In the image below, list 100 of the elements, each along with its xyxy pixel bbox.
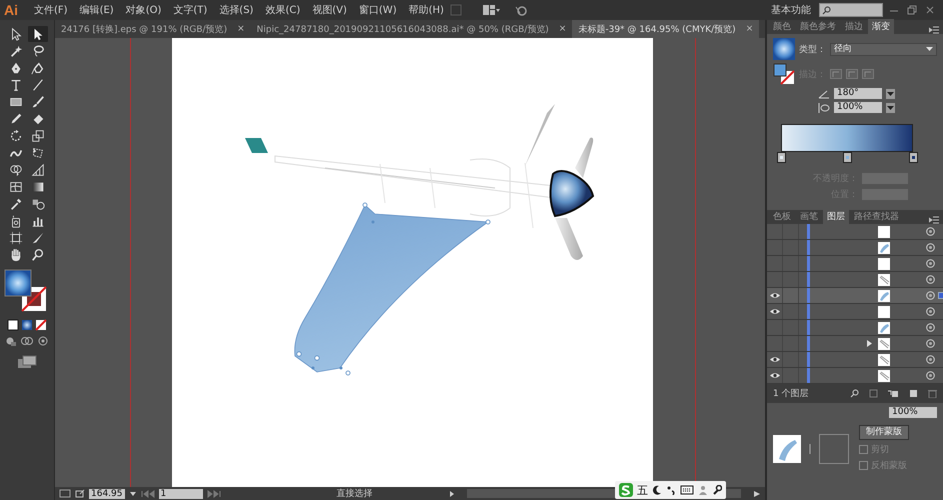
menu-item[interactable]: 文件(F) xyxy=(28,3,74,17)
gradient-stop[interactable] xyxy=(909,152,918,163)
panel-tab[interactable]: 渐变 xyxy=(868,19,894,34)
panel-tab[interactable]: 路径查找器 xyxy=(850,209,903,224)
layer-thumbnail xyxy=(878,242,890,254)
panel-tab[interactable]: 色板 xyxy=(769,209,795,224)
layer-row[interactable] xyxy=(767,240,943,256)
dropdown-arrow-icon[interactable] xyxy=(886,102,895,112)
checkbox[interactable] xyxy=(859,461,868,470)
panel-tab[interactable]: 图层 xyxy=(823,209,849,224)
screen-mode-icon[interactable] xyxy=(17,355,37,369)
pencil-icon xyxy=(9,112,23,126)
input-mode-label: 五 xyxy=(637,482,648,498)
current-tool-label: 直接选择 xyxy=(336,488,374,500)
layer-row[interactable] xyxy=(767,320,943,336)
tab-close-button[interactable]: × xyxy=(237,24,245,34)
expand-arrow-icon[interactable] xyxy=(867,340,872,347)
gradient-mode-icon[interactable] xyxy=(21,319,33,331)
trash-icon[interactable] xyxy=(928,389,937,398)
new-sublayer-icon[interactable] xyxy=(888,389,899,398)
artwork-thumbnail xyxy=(773,434,801,462)
close-icon[interactable] xyxy=(925,5,935,15)
gradient-type-dropdown[interactable]: 径向 xyxy=(830,42,937,56)
none-mode-icon[interactable] xyxy=(35,319,47,331)
opacity-field[interactable]: 100% xyxy=(889,407,937,418)
panel-tab[interactable]: 画笔 xyxy=(796,209,822,224)
layer-row[interactable] xyxy=(767,288,943,304)
eraser-icon xyxy=(31,112,45,126)
magic-wand-icon xyxy=(9,44,23,58)
perspective-grid-icon xyxy=(31,163,45,177)
tab-close-button[interactable]: × xyxy=(558,24,566,34)
pen-curve-icon xyxy=(31,61,45,75)
shape-builder-icon xyxy=(9,163,23,177)
mesh-icon xyxy=(9,180,23,194)
search-icon[interactable] xyxy=(850,389,859,398)
clipping-mask-icon[interactable] xyxy=(869,389,878,398)
layer-thumbnail xyxy=(878,226,890,238)
play-arrow-icon[interactable] xyxy=(753,490,761,498)
panel-menu-icon[interactable] xyxy=(929,216,939,224)
search-field[interactable] xyxy=(819,3,883,17)
gradient-icon xyxy=(31,180,45,194)
search-icon xyxy=(822,6,831,14)
dropdown-arrow-icon[interactable] xyxy=(886,88,895,98)
layer-thumbnail xyxy=(878,322,890,334)
artboard-field[interactable]: 1 xyxy=(158,488,202,498)
type-label: 类型： xyxy=(799,44,826,56)
layer-row[interactable] xyxy=(767,224,943,240)
restore-icon[interactable] xyxy=(907,5,917,15)
gradient-stop[interactable] xyxy=(843,152,852,163)
next-artboard-icon[interactable] xyxy=(206,490,220,498)
app-logo: Ai xyxy=(3,2,19,18)
fill-stroke-mini-icon[interactable] xyxy=(773,63,795,85)
input-method-logo-icon xyxy=(619,483,633,497)
menu-item[interactable]: 视图(V) xyxy=(306,3,353,17)
layer-row[interactable] xyxy=(767,352,943,368)
menu-item[interactable]: 帮助(H) xyxy=(402,3,450,17)
symbol-sprayer-icon xyxy=(9,214,23,228)
play-arrow-icon[interactable] xyxy=(448,490,454,498)
gradient-swatch-icon[interactable] xyxy=(773,38,795,60)
menu-item[interactable]: 窗口(W) xyxy=(352,3,403,17)
tab-close-button[interactable]: × xyxy=(746,24,754,34)
aspect-ratio-field[interactable]: 100% xyxy=(834,102,882,113)
panel-tab[interactable]: 颜色 xyxy=(769,19,795,34)
status-icon[interactable] xyxy=(59,489,71,498)
zoom-field[interactable]: 164.95 xyxy=(89,488,124,498)
angle-field[interactable]: 180° xyxy=(834,88,882,99)
make-mask-button[interactable]: 制作蒙版 xyxy=(859,425,909,440)
workspace-switcher[interactable]: 基本功能 xyxy=(763,3,819,17)
menu-item[interactable]: 编辑(E) xyxy=(74,3,120,17)
rotate-icon xyxy=(9,129,23,143)
panel-menu-icon[interactable] xyxy=(929,26,939,34)
dropdown-arrow-icon[interactable] xyxy=(128,490,136,498)
layer-row[interactable] xyxy=(767,336,943,352)
sync-icon[interactable] xyxy=(514,4,528,16)
color-mode-icon[interactable] xyxy=(7,319,19,331)
menu-item[interactable]: 效果(C) xyxy=(259,3,306,17)
gradient-stop[interactable] xyxy=(777,152,786,163)
moon-icon xyxy=(652,485,662,495)
tab-title: 未标题-39* @ 164.95% (CMYK/预览) xyxy=(578,24,736,36)
draw-mode-icon[interactable] xyxy=(4,335,18,347)
document-tab[interactable]: 未标题-39* @ 164.95% (CMYK/预览) × xyxy=(572,20,760,38)
draw-inside-icon[interactable] xyxy=(36,335,50,347)
eye-icon xyxy=(770,356,780,363)
aspect-ratio-icon xyxy=(818,102,830,112)
panel-tab[interactable]: 颜色参考 xyxy=(796,19,840,34)
layer-row[interactable] xyxy=(767,256,943,272)
ime-toolbar[interactable]: 五 xyxy=(615,481,726,499)
layer-row[interactable] xyxy=(767,304,943,320)
tool-button[interactable] xyxy=(28,26,48,42)
export-icon[interactable] xyxy=(75,489,85,498)
scale-icon xyxy=(31,129,45,143)
menu-item[interactable]: 对象(O) xyxy=(120,3,168,17)
menu-item[interactable]: 选择(S) xyxy=(213,3,260,17)
draw-behind-icon[interactable] xyxy=(20,335,34,347)
panel-tab[interactable]: 描边 xyxy=(841,19,867,34)
layer-thumbnail xyxy=(878,258,890,270)
checkbox[interactable] xyxy=(859,445,868,454)
new-layer-icon[interactable] xyxy=(909,389,918,398)
layout-icon[interactable] xyxy=(482,4,500,16)
menu-item[interactable]: 文字(T) xyxy=(167,3,214,17)
